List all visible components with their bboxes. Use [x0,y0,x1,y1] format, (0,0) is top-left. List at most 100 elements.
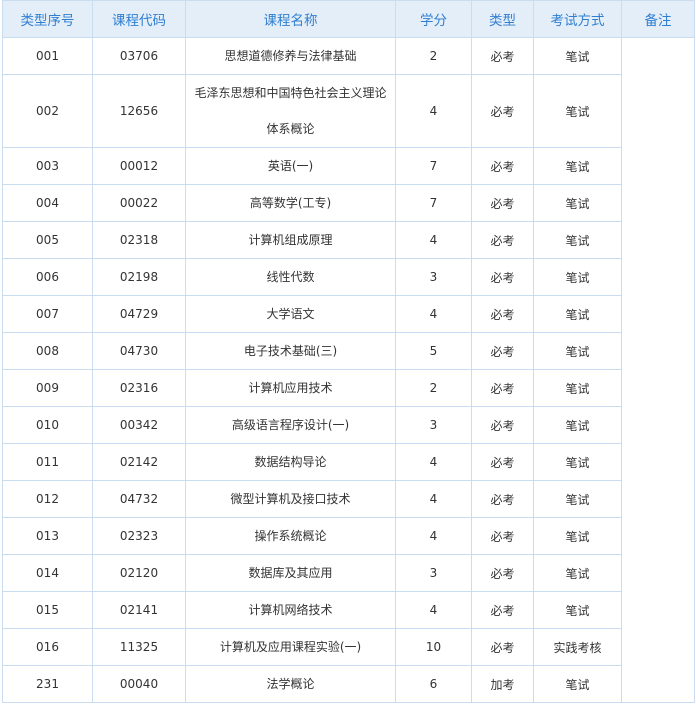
cell-exam: 笔试 [533,406,622,444]
cell-seq: 006 [2,258,93,296]
cell-name: 计算机网络技术 [185,591,396,629]
cell-exam: 笔试 [533,517,622,555]
cell-seq: 007 [2,295,93,333]
cell-credit: 7 [395,147,472,185]
cell-kind: 必考 [471,443,534,481]
cell-exam: 笔试 [533,591,622,629]
cell-name: 计算机组成原理 [185,221,396,259]
table-row: 015 02141 计算机网络技术 4 必考 笔试 [2,591,695,629]
cell-code: 00342 [92,406,186,444]
cell-remark [621,37,695,703]
cell-exam: 笔试 [533,443,622,481]
cell-code: 02318 [92,221,186,259]
cell-credit: 4 [395,295,472,333]
table-row: 005 02318 计算机组成原理 4 必考 笔试 [2,221,695,259]
cell-kind: 必考 [471,37,534,75]
cell-seq: 011 [2,443,93,481]
table-row: 007 04729 大学语文 4 必考 笔试 [2,295,695,333]
cell-credit: 4 [395,74,472,148]
table-row: 011 02142 数据结构导论 4 必考 笔试 [2,443,695,481]
cell-credit: 3 [395,554,472,592]
cell-code: 04729 [92,295,186,333]
cell-credit: 4 [395,517,472,555]
table-row: 016 11325 计算机及应用课程实验(一) 10 必考 实践考核 [2,628,695,666]
header-seq: 类型序号 [2,0,93,38]
cell-exam: 笔试 [533,665,622,703]
cell-name: 英语(一) [185,147,396,185]
cell-code: 00022 [92,184,186,222]
header-name: 课程名称 [185,0,396,38]
cell-kind: 必考 [471,74,534,148]
cell-kind: 必考 [471,406,534,444]
cell-credit: 10 [395,628,472,666]
cell-exam: 笔试 [533,74,622,148]
cell-name: 法学概论 [185,665,396,703]
header-kind: 类型 [471,0,534,38]
cell-seq: 231 [2,665,93,703]
cell-code: 12656 [92,74,186,148]
cell-kind: 必考 [471,591,534,629]
cell-seq: 004 [2,184,93,222]
table-row: 014 02120 数据库及其应用 3 必考 笔试 [2,554,695,592]
cell-name: 高级语言程序设计(一) [185,406,396,444]
cell-name: 思想道德修养与法律基础 [185,37,396,75]
cell-seq: 013 [2,517,93,555]
cell-name: 大学语文 [185,295,396,333]
cell-credit: 4 [395,443,472,481]
cell-name: 计算机应用技术 [185,369,396,407]
cell-kind: 必考 [471,628,534,666]
cell-credit: 4 [395,480,472,518]
header-credit: 学分 [395,0,472,38]
cell-code: 00040 [92,665,186,703]
cell-seq: 014 [2,554,93,592]
cell-seq: 001 [2,37,93,75]
cell-code: 11325 [92,628,186,666]
cell-credit: 2 [395,37,472,75]
table-row: 001 03706 思想道德修养与法律基础 2 必考 笔试 [2,37,695,703]
cell-code: 03706 [92,37,186,75]
cell-name: 毛泽东思想和中国特色社会主义理论体系概论 [185,74,396,148]
cell-name: 数据库及其应用 [185,554,396,592]
table-row: 231 00040 法学概论 6 加考 笔试 [2,665,695,703]
table-row: 006 02198 线性代数 3 必考 笔试 [2,258,695,296]
cell-code: 04732 [92,480,186,518]
table-row: 003 00012 英语(一) 7 必考 笔试 [2,147,695,185]
cell-kind: 必考 [471,221,534,259]
table-row: 009 02316 计算机应用技术 2 必考 笔试 [2,369,695,407]
cell-code: 02198 [92,258,186,296]
cell-exam: 笔试 [533,332,622,370]
cell-kind: 必考 [471,295,534,333]
cell-name: 微型计算机及接口技术 [185,480,396,518]
cell-exam: 笔试 [533,295,622,333]
table-row: 010 00342 高级语言程序设计(一) 3 必考 笔试 [2,406,695,444]
table-row: 008 04730 电子技术基础(三) 5 必考 笔试 [2,332,695,370]
header-remark: 备注 [621,0,695,38]
table-row: 004 00022 高等数学(工专) 7 必考 笔试 [2,184,695,222]
cell-code: 00012 [92,147,186,185]
cell-kind: 必考 [471,147,534,185]
cell-credit: 6 [395,665,472,703]
cell-exam: 笔试 [533,369,622,407]
cell-seq: 005 [2,221,93,259]
table-header-row: 类型序号 课程代码 课程名称 学分 类型 考试方式 备注 [2,0,695,38]
cell-kind: 必考 [471,258,534,296]
cell-exam: 笔试 [533,147,622,185]
cell-kind: 必考 [471,480,534,518]
cell-name: 高等数学(工专) [185,184,396,222]
cell-code: 04730 [92,332,186,370]
cell-code: 02141 [92,591,186,629]
cell-kind: 必考 [471,184,534,222]
cell-name: 计算机及应用课程实验(一) [185,628,396,666]
cell-kind: 必考 [471,332,534,370]
cell-seq: 016 [2,628,93,666]
cell-credit: 2 [395,369,472,407]
cell-exam: 笔试 [533,37,622,75]
cell-credit: 4 [395,591,472,629]
cell-exam: 笔试 [533,221,622,259]
cell-seq: 015 [2,591,93,629]
table-row: 002 12656 毛泽东思想和中国特色社会主义理论体系概论 4 必考 笔试 [2,74,695,148]
cell-credit: 3 [395,406,472,444]
cell-exam: 笔试 [533,184,622,222]
cell-credit: 4 [395,221,472,259]
cell-kind: 必考 [471,517,534,555]
